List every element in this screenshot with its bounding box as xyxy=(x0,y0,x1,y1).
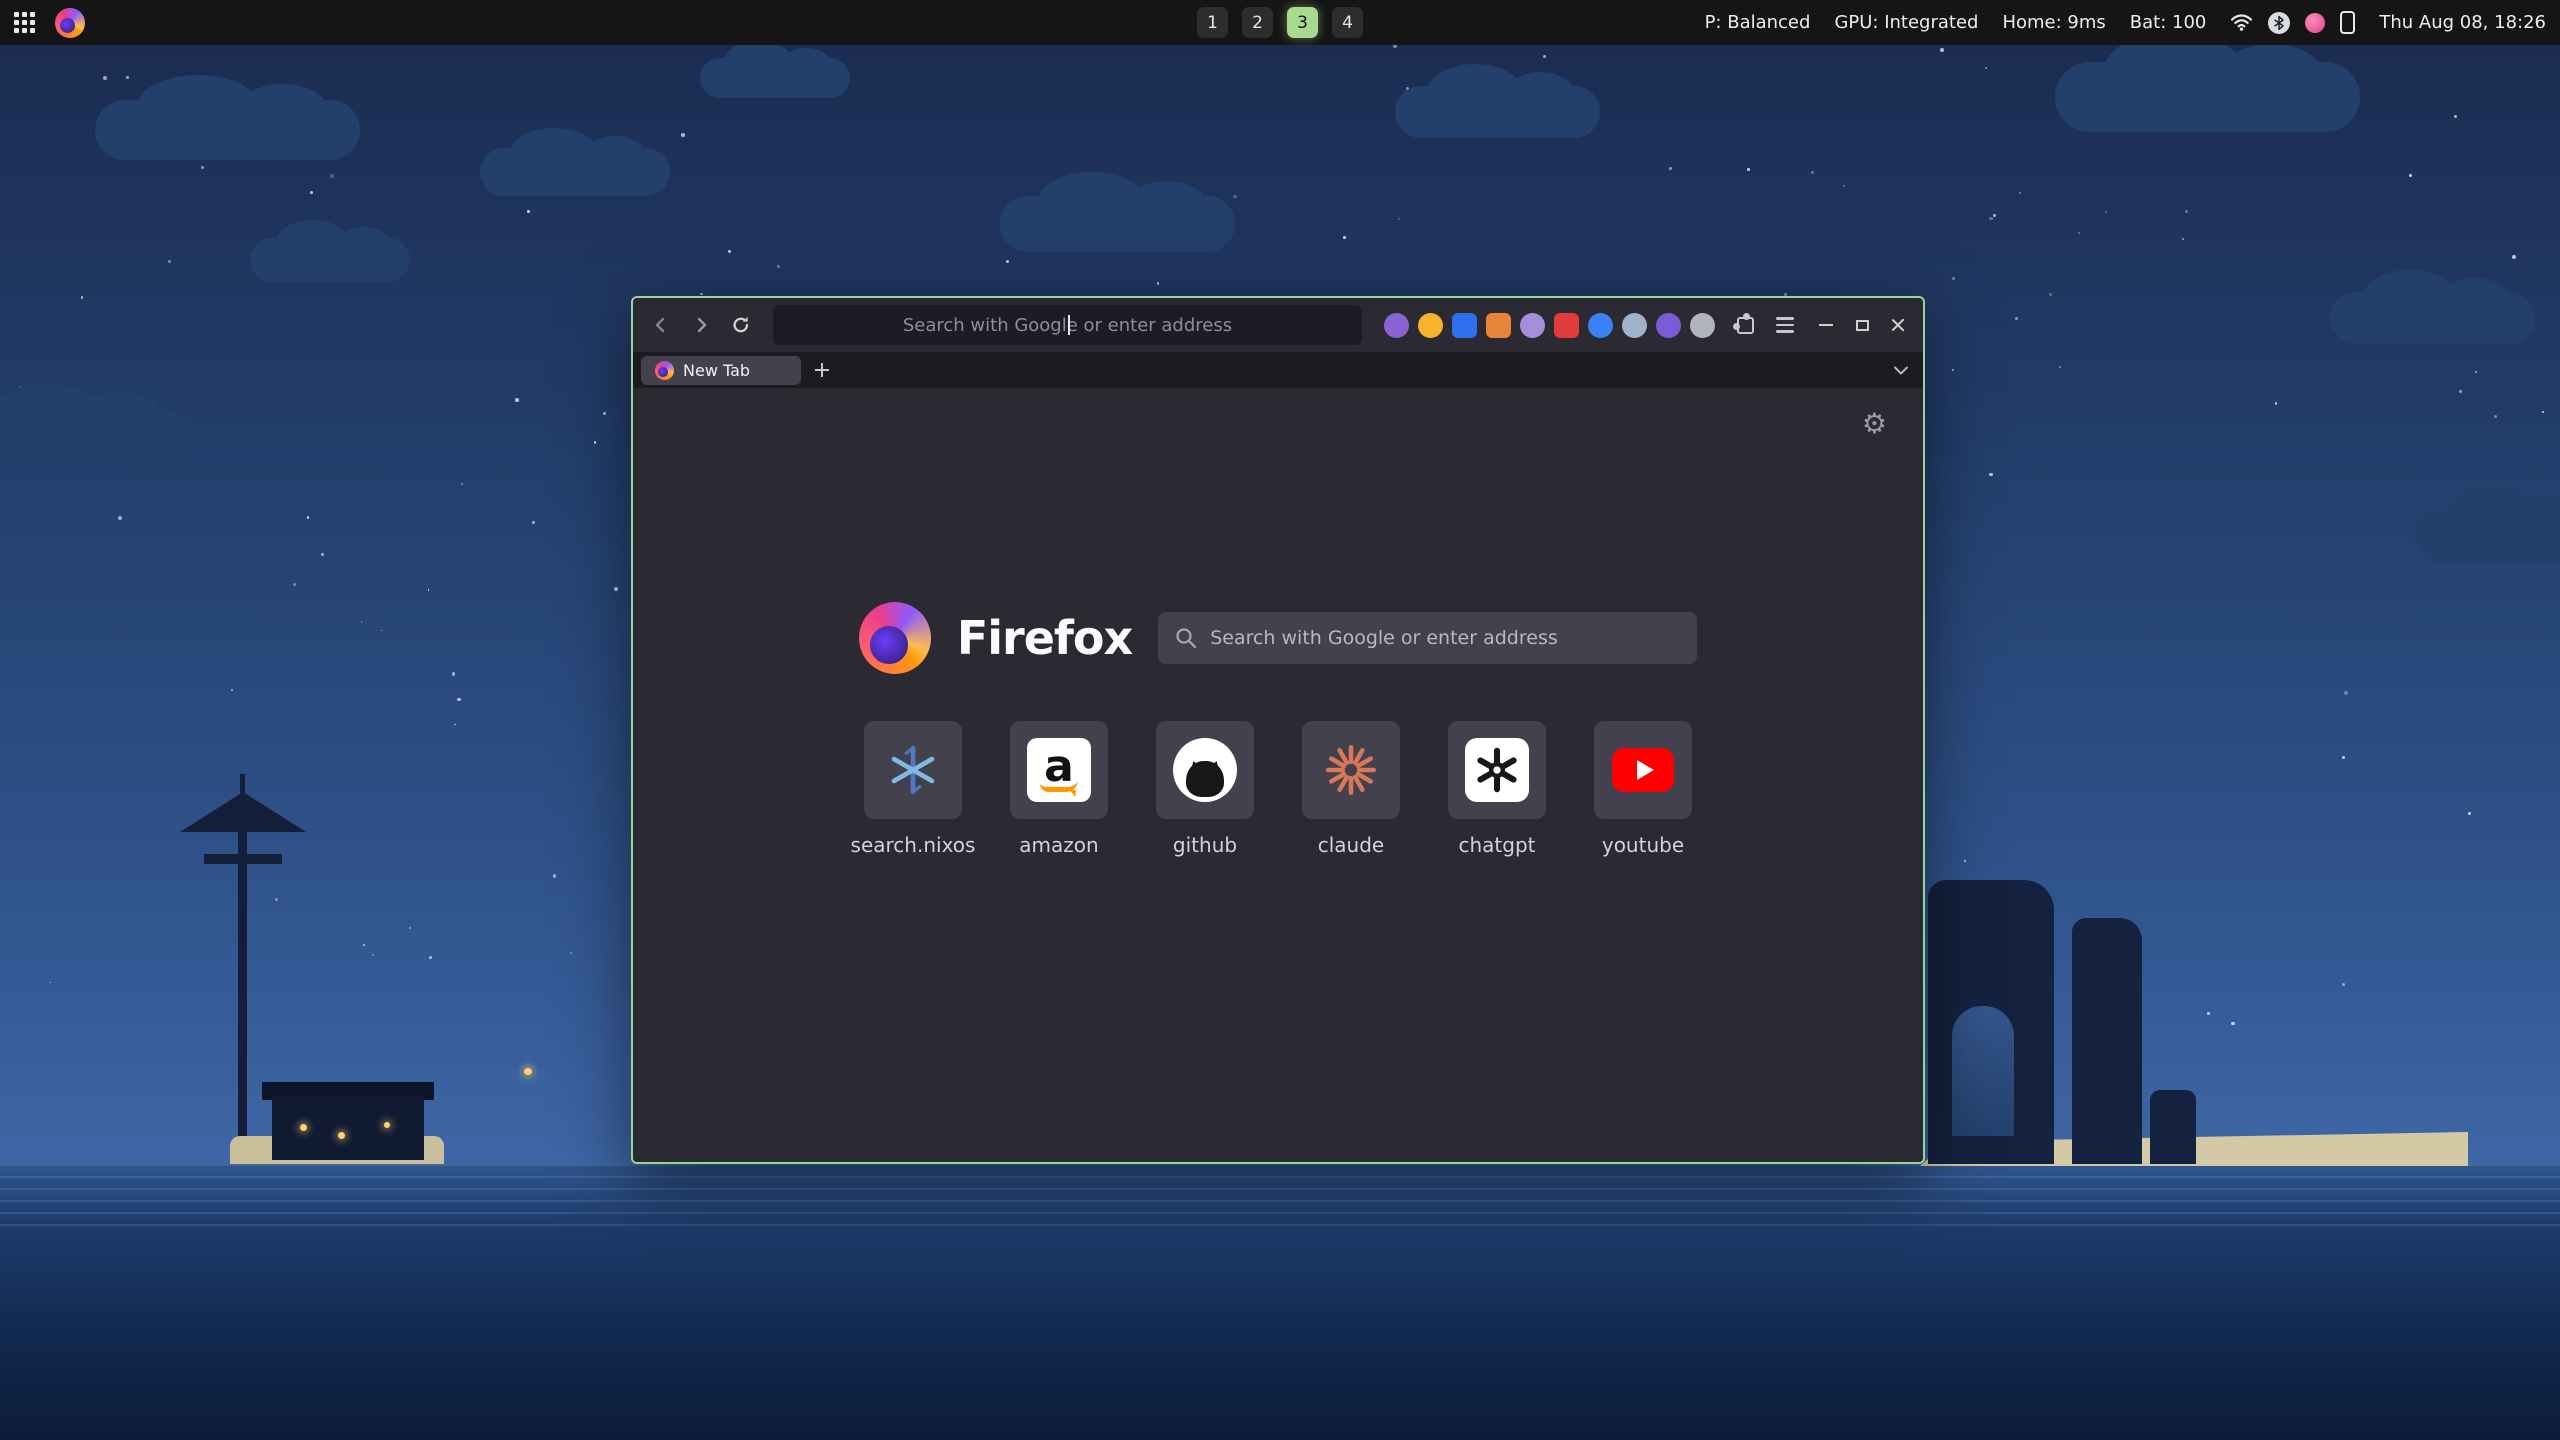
status-home-latency: Home: 9ms xyxy=(2002,12,2105,33)
minimize-button[interactable] xyxy=(1811,310,1841,340)
status-modules: P: Balanced GPU: Integrated Home: 9ms Bat: … xyxy=(1705,11,2546,34)
app-launcher-icon[interactable] xyxy=(14,12,35,33)
workspace-switcher: 1234 xyxy=(1197,0,1363,45)
hut-window-light xyxy=(384,1122,390,1128)
shortcut-search.nixos[interactable]: search.nixos xyxy=(863,721,963,857)
personalize-gear-icon[interactable]: ⚙ xyxy=(1862,410,1887,438)
shortcut-youtube[interactable]: youtube xyxy=(1593,721,1693,857)
newtab-page: ⚙ Firefox search.nixos a amazon github claud… xyxy=(633,388,1923,1162)
sea xyxy=(0,1164,2560,1440)
workspace-1[interactable]: 1 xyxy=(1197,7,1228,38)
ublock-origin-extension-icon[interactable] xyxy=(1554,313,1579,338)
device-battery-icon[interactable] xyxy=(2340,11,2355,34)
browser-toolbar xyxy=(633,298,1923,352)
status-text-modules: P: Balanced GPU: Integrated Home: 9ms Bat: … xyxy=(1705,12,2207,33)
firefox-wordmark: Firefox xyxy=(957,611,1132,665)
window-controls xyxy=(1811,310,1913,340)
ext-lavender-extension-icon[interactable] xyxy=(1520,313,1545,338)
firefox-logo xyxy=(859,602,931,674)
amazon-icon[interactable]: a xyxy=(1010,721,1108,819)
ext-violet-ring-extension-icon[interactable] xyxy=(1656,313,1681,338)
newtab-hero: Firefox xyxy=(633,602,1923,674)
workspace-4[interactable]: 4 xyxy=(1332,7,1363,38)
claude-icon[interactable] xyxy=(1302,721,1400,819)
newtab-search-input[interactable] xyxy=(1158,612,1697,664)
ext-blue-globe-extension-icon[interactable] xyxy=(1588,313,1613,338)
extension-icons-row xyxy=(1376,313,1723,338)
ext-orange-box-extension-icon[interactable] xyxy=(1486,313,1511,338)
shortcut-label: search.nixos xyxy=(851,833,976,857)
github-icon[interactable] xyxy=(1156,721,1254,819)
chatgpt-icon[interactable] xyxy=(1448,721,1546,819)
extensions-puzzle-icon[interactable] xyxy=(1727,307,1763,343)
status-battery: Bat: 100 xyxy=(2130,12,2207,33)
rock-arch-opening xyxy=(1952,1006,2014,1136)
maximize-button[interactable] xyxy=(1847,310,1877,340)
status-gpu: GPU: Integrated xyxy=(1834,12,1978,33)
wifi-icon[interactable] xyxy=(2230,13,2253,32)
reload-button[interactable] xyxy=(723,307,759,343)
shortcut-github[interactable]: github xyxy=(1155,721,1255,857)
clock: Thu Aug 08, 18:26 xyxy=(2379,12,2546,33)
hut-window-light xyxy=(300,1124,307,1131)
ext-amber-crescent-extension-icon[interactable] xyxy=(1418,313,1443,338)
workspace-3[interactable]: 3 xyxy=(1287,7,1318,38)
shortcut-tiles: search.nixos a amazon github claude chatgpt yo… xyxy=(633,721,1923,857)
tab-strip: New Tab xyxy=(633,352,1923,388)
media-indicator-icon[interactable] xyxy=(2305,13,2325,33)
small-rock xyxy=(2150,1090,2196,1164)
ext-purple-extension-icon[interactable] xyxy=(1384,313,1409,338)
new-tab-button[interactable] xyxy=(809,357,835,383)
shortcut-claude[interactable]: claude xyxy=(1301,721,1401,857)
status-bar: 1234 P: Balanced GPU: Integrated Home: 9ms… xyxy=(0,0,2560,45)
path-light xyxy=(524,1068,532,1075)
workspace-2[interactable]: 2 xyxy=(1242,7,1273,38)
firefox-favicon xyxy=(655,361,674,380)
watchtower-spike xyxy=(240,774,245,796)
youtube-icon[interactable] xyxy=(1594,721,1692,819)
close-button[interactable] xyxy=(1883,310,1913,340)
back-button[interactable] xyxy=(643,307,679,343)
tray-icons xyxy=(2230,11,2355,34)
list-all-tabs-chevron-icon[interactable] xyxy=(1887,356,1915,384)
bitwarden-extension-icon[interactable] xyxy=(1452,313,1477,338)
shortcut-label: youtube xyxy=(1602,833,1684,857)
hut xyxy=(272,1096,424,1160)
firefox-launcher-icon[interactable] xyxy=(55,8,85,38)
shortcut-label: claude xyxy=(1318,833,1384,857)
forward-button[interactable] xyxy=(683,307,719,343)
shortcut-label: chatgpt xyxy=(1458,833,1535,857)
shortcut-label: amazon xyxy=(1019,833,1098,857)
nixos-icon[interactable] xyxy=(864,721,962,819)
status-power-profile: P: Balanced xyxy=(1705,12,1811,33)
search-icon xyxy=(1174,626,1198,650)
rock-stack xyxy=(2072,918,2142,1164)
shortcut-chatgpt[interactable]: chatgpt xyxy=(1447,721,1547,857)
menu-hamburger-icon[interactable] xyxy=(1767,307,1803,343)
firefox-window: New Tab ⚙ Firefox search.nixos a amazon git… xyxy=(631,296,1925,1164)
newtab-search xyxy=(1158,612,1697,664)
bluetooth-icon[interactable] xyxy=(2268,12,2290,34)
tab-new-tab[interactable]: New Tab xyxy=(641,356,801,385)
shortcut-amazon[interactable]: a amazon xyxy=(1009,721,1109,857)
tab-title: New Tab xyxy=(683,361,750,380)
ext-gray-link-extension-icon[interactable] xyxy=(1690,313,1715,338)
hut-window-light xyxy=(338,1132,345,1139)
watchtower-platform xyxy=(204,854,282,864)
text-caret xyxy=(1068,315,1070,335)
ext-slate-extension-icon[interactable] xyxy=(1622,313,1647,338)
shortcut-label: github xyxy=(1173,833,1237,857)
urlbar-container xyxy=(773,305,1362,345)
